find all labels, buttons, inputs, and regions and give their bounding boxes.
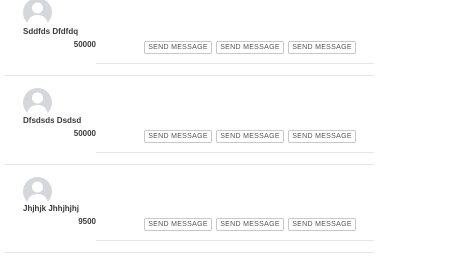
contact-name: Jhjhjk Jhhjhjhj xyxy=(23,204,80,213)
contact-amount: 50000 xyxy=(73,129,96,138)
send-message-button[interactable]: SEND MESSAGE xyxy=(144,218,212,231)
send-message-button[interactable]: SEND MESSAGE xyxy=(288,41,356,54)
divider xyxy=(4,75,374,76)
user-avatar-icon xyxy=(23,0,52,27)
contact-name: Dfsdsds Dsdsd xyxy=(23,116,82,125)
send-message-button[interactable]: SEND MESSAGE xyxy=(144,130,212,143)
contact-list: Sddfds Dfdfdq 50000 SEND MESSAGE SEND ME… xyxy=(0,0,474,266)
send-message-button[interactable]: SEND MESSAGE xyxy=(216,130,284,143)
contact-amount: 50000 xyxy=(73,40,96,49)
divider xyxy=(4,252,374,253)
send-message-button[interactable]: SEND MESSAGE xyxy=(144,41,212,54)
send-message-button[interactable]: SEND MESSAGE xyxy=(288,218,356,231)
divider xyxy=(4,164,374,165)
user-avatar-icon xyxy=(23,177,52,206)
send-message-button[interactable]: SEND MESSAGE xyxy=(288,130,356,143)
send-message-button[interactable]: SEND MESSAGE xyxy=(216,41,284,54)
divider xyxy=(96,63,374,64)
send-message-button[interactable]: SEND MESSAGE xyxy=(216,218,284,231)
contact-amount: 9500 xyxy=(78,217,96,226)
contact-name: Sddfds Dfdfdq xyxy=(23,27,79,36)
divider xyxy=(96,152,374,153)
user-avatar-icon xyxy=(23,88,52,117)
divider xyxy=(96,240,374,241)
